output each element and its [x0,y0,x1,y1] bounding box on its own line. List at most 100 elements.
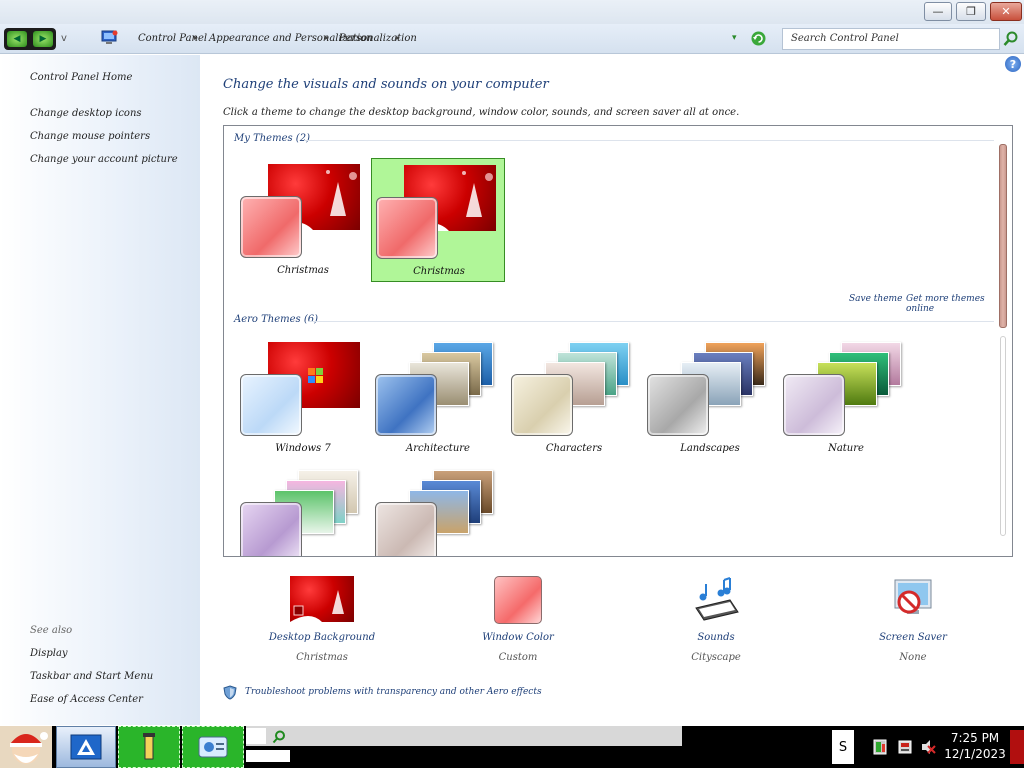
tray-network-icon[interactable] [897,738,913,756]
tray-volume-icon[interactable] [920,738,936,756]
change-account-picture-link[interactable]: Change your account picture [30,154,178,165]
refresh-icon[interactable] [750,30,767,47]
control-panel-icon [101,30,118,44]
control-panel-icon [70,734,102,760]
group-divider [304,140,994,141]
setting-label[interactable]: Screen Saver [853,632,973,643]
theme-item[interactable] [236,464,370,556]
app-icon [198,736,228,758]
scrollbar-track[interactable] [1000,336,1006,536]
theme-name: Landscapes [680,443,740,454]
save-theme-link[interactable]: Save theme [849,294,902,304]
address-dropdown[interactable]: ▾ [732,33,737,43]
taskbar-app-1[interactable] [118,726,180,768]
theme-characters[interactable]: Characters [507,336,641,460]
close-button[interactable]: ✕ [990,2,1022,21]
taskbar-input-area[interactable] [246,726,682,746]
theme-name: Christmas [277,265,329,276]
forward-arrow-icon: ▶ [39,34,47,44]
theme-name: Windows 7 [275,443,331,454]
taskbar-control-panel[interactable] [56,726,116,768]
theme-landscapes[interactable]: Landscapes [643,336,777,460]
window-color-icon [494,576,542,624]
setting-label[interactable]: Sounds [656,632,776,643]
theme-christmas-1[interactable]: Christmas [236,158,370,282]
start-button[interactable] [0,726,52,768]
page-subtitle: Click a theme to change the desktop back… [223,107,740,118]
screen-saver-icon [894,579,932,614]
sounds-icon [695,577,739,621]
themes-scrollbar[interactable] [999,141,1009,539]
theme-christmas-2[interactable]: Christmas [371,158,505,282]
desktop-background-setting[interactable]: Desktop Background Christmas [262,574,382,674]
setting-value: Cityscape [691,652,741,663]
taskbar-input-field[interactable] [246,728,266,744]
taskbar-start-menu-link[interactable]: Taskbar and Start Menu [30,671,153,682]
taskbar-blank-area [246,748,290,764]
theme-item[interactable] [371,464,505,556]
color-swatch [375,502,437,556]
left-pane: Control Panel Home Change desktop icons … [0,55,200,725]
color-swatch [375,374,437,436]
color-swatch [240,196,302,258]
title-bar: — ❐ ✕ [0,0,1024,24]
address-bar: ◀ ▶ v Control Panel ▸ Appearance and Per… [0,24,1024,54]
color-swatch [240,502,302,556]
taskbar: S 7:25 PM 12/1/2023 [0,726,1024,768]
group-divider [308,321,994,322]
theme-name: Christmas [413,266,465,277]
change-mouse-pointers-link[interactable]: Change mouse pointers [30,131,150,142]
breadcrumb-personalization[interactable]: Personalization [339,33,417,44]
show-desktop-button[interactable] [1010,730,1024,764]
display-link[interactable]: Display [30,648,68,659]
breadcrumb-separator[interactable]: ▸ [396,33,400,42]
help-button[interactable]: ? [1005,56,1021,72]
breadcrumb-separator[interactable]: ▸ [194,33,198,42]
search-icon[interactable] [1003,31,1019,47]
color-swatch [647,374,709,436]
color-swatch [783,374,845,436]
theme-nature[interactable]: Nature [779,336,913,460]
themes-list: My Themes (2) Christmas Christmas Save t… [223,125,1013,557]
theme-name: Architecture [406,443,470,454]
window-color-setting[interactable]: Window Color Custom [458,574,578,674]
theme-architecture[interactable]: Architecture [371,336,505,460]
troubleshoot-link[interactable]: Troubleshoot problems with transparency … [245,687,542,697]
color-swatch [376,197,438,259]
scrollbar-thumb[interactable] [999,144,1007,328]
ease-of-access-link[interactable]: Ease of Access Center [30,694,143,705]
app-icon [143,733,155,760]
back-button[interactable]: ◀ [7,31,27,47]
recent-pages-dropdown[interactable]: v [61,33,67,44]
control-panel-home-link[interactable]: Control Panel Home [30,72,132,83]
theme-name: Nature [828,443,864,454]
see-also-heading: See also [30,625,73,636]
change-desktop-icons-link[interactable]: Change desktop icons [30,108,142,119]
search-input[interactable]: Search Control Panel [782,28,1000,50]
desktop-background-icon [290,576,354,622]
screen-saver-setting[interactable]: Screen Saver None [853,574,973,674]
theme-name: Characters [545,443,603,454]
setting-label[interactable]: Desktop Background [262,632,382,643]
divider [246,748,290,750]
minimize-button[interactable]: — [924,2,952,21]
tray-app-icon[interactable] [872,738,888,756]
language-indicator[interactable]: S [832,730,854,764]
help-icon: ? [1009,57,1017,71]
page-title: Change the visuals and sounds on your co… [223,77,549,92]
get-more-themes-link[interactable]: Get more themes online [906,294,1012,314]
maximize-button[interactable]: ❐ [956,2,986,21]
forward-button[interactable]: ▶ [33,31,53,47]
theme-windows-7[interactable]: Windows 7 [236,336,370,460]
clock-date[interactable]: 12/1/2023 [940,747,1010,761]
color-swatch [511,374,573,436]
clock-time[interactable]: 7:25 PM [940,731,1010,745]
setting-value: Christmas [296,652,348,663]
setting-label[interactable]: Window Color [458,632,578,643]
sounds-setting[interactable]: Sounds Cityscape [656,574,776,674]
nav-buttons: ◀ ▶ [4,28,56,50]
search-icon[interactable] [272,730,286,744]
breadcrumb-separator[interactable]: ▸ [325,33,329,42]
shield-icon [223,685,237,700]
taskbar-app-2[interactable] [182,726,244,768]
